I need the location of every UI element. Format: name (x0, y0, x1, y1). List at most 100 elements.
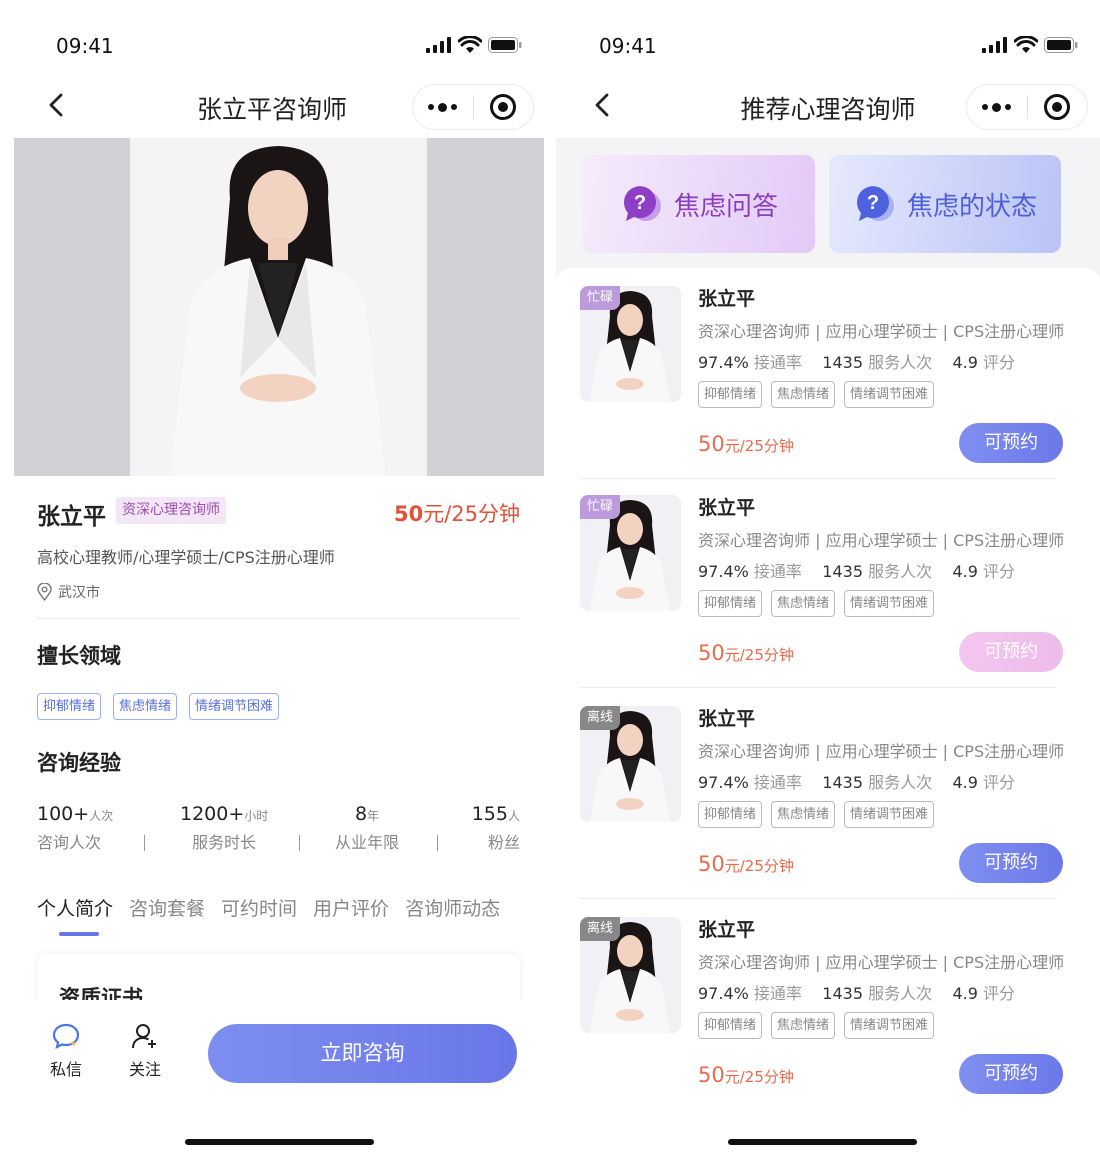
connect-rate: 97.4% (698, 984, 749, 1003)
served-count: 1435 (822, 773, 863, 792)
counselor-price: 50元/25分钟 (698, 852, 794, 876)
close-mini-program-button[interactable] (474, 85, 534, 129)
counselor-avatar: 离线 (580, 917, 681, 1033)
rating-label: 评分 (983, 562, 1016, 581)
rating-label: 评分 (983, 773, 1016, 792)
counselor-tags: 抑郁情绪 焦虑情绪 情绪调节困难 (698, 590, 935, 617)
counselor-tags: 抑郁情绪 焦虑情绪 情绪调节困难 (698, 381, 935, 408)
more-button[interactable] (967, 85, 1027, 129)
rating: 4.9 (952, 773, 978, 792)
signal-icon (982, 37, 1007, 53)
expertise-tag: 情绪调节困难 (189, 693, 280, 720)
price-amount: 50 (698, 1063, 725, 1087)
served-count: 1435 (822, 562, 863, 581)
tab-profile[interactable]: 个人简介 (37, 894, 113, 921)
senior-counselor-tag: 资深心理咨询师 (116, 497, 226, 524)
question-mark-text: ? (867, 192, 879, 214)
detail-tabs: 个人简介 咨询套餐 可约时间 用户评价 咨询师动态 (37, 894, 500, 921)
status-icons (982, 36, 1078, 54)
status-time: 09:41 (56, 34, 114, 58)
counselor-tag: 抑郁情绪 (698, 590, 763, 617)
counselor-title: 资深心理咨询师 | 应用心理学硕士 | CPS注册心理师 (698, 742, 1065, 761)
wifi-icon (1014, 36, 1038, 53)
counselor-name: 张立平 (698, 288, 756, 310)
tab-packages[interactable]: 咨询套餐 (129, 894, 205, 921)
price-unit: 元/25分钟 (724, 1068, 794, 1086)
price-unit: 元/25分钟 (423, 502, 520, 526)
target-circle-icon (1044, 94, 1071, 120)
online-status-badge: 忙碌 (580, 495, 621, 519)
connect-rate-label: 接通率 (753, 984, 802, 1003)
consult-now-button[interactable]: 立即咨询 (208, 1024, 517, 1083)
stat-separator: | (299, 835, 300, 851)
price: 50元/25分钟 (394, 498, 520, 528)
price-unit: 元/25分钟 (724, 646, 794, 664)
banner-label: 焦虑的状态 (906, 191, 1037, 222)
expertise-tag: 焦虑情绪 (113, 693, 178, 720)
section-divider (37, 618, 519, 619)
home-indicator (728, 1139, 917, 1145)
counselor-tag: 抑郁情绪 (698, 1012, 763, 1039)
counselor-avatar: 忙碌 (580, 495, 681, 611)
rating-label: 评分 (983, 984, 1016, 1003)
follow-label: 关注 (129, 1060, 162, 1079)
follow-button[interactable]: 关注 (129, 1022, 161, 1080)
served-count: 1435 (822, 984, 863, 1003)
served-label: 服务人次 (868, 353, 933, 372)
anxiety-qa-banner[interactable]: ? 焦虑问答 (583, 155, 815, 253)
counselor-card[interactable]: 离线 张立平 资深心理咨询师 | 应用心理学硕士 | CPS注册心理师 97.4… (556, 899, 1100, 1111)
online-status-badge: 忙碌 (580, 286, 621, 310)
battery-icon (1044, 37, 1078, 53)
banner-label: 焦虑问答 (673, 191, 778, 222)
expertise-tags: 抑郁情绪 焦虑情绪 情绪调节困难 (37, 693, 280, 720)
location-pin-icon (37, 583, 52, 601)
experience-title: 咨询经验 (37, 751, 121, 775)
counselor-card[interactable]: 忙碌 张立平 资深心理咨询师 | 应用心理学硕士 | CPS注册心理师 97.4… (556, 268, 1100, 480)
more-button[interactable] (413, 85, 473, 129)
book-button[interactable]: 可预约 (959, 1054, 1063, 1094)
rating: 4.9 (952, 562, 978, 581)
counselor-detail-screen: 09:41 张立平咨询师 张立平 资深心理咨询师 50元/25分钟 高校心理教师… (0, 0, 544, 1173)
book-button[interactable]: 可预约 (959, 423, 1063, 463)
price-amount: 50 (698, 432, 725, 456)
rating: 4.9 (952, 353, 978, 372)
recommended-counselors-screen: 09:41 推荐心理咨询师 ? 焦虑问答 ? 焦虑的状态 忙碌 张立平 资深心理… (556, 0, 1100, 1173)
counselor-name: 张立平 (698, 497, 756, 519)
counselor-tag: 情绪调节困难 (844, 801, 935, 828)
anxiety-state-banner[interactable]: ? 焦虑的状态 (829, 155, 1061, 253)
connect-rate: 97.4% (698, 773, 749, 792)
expertise-tag: 抑郁情绪 (37, 693, 102, 720)
book-button[interactable]: 可预约 (959, 843, 1063, 883)
counselor-stats: 97.4% 接通率 1435 服务人次 4.9 评分 (698, 769, 1015, 793)
counselor-title: 资深心理咨询师 | 应用心理学硕士 | CPS注册心理师 (698, 531, 1065, 550)
price-amount: 50 (698, 852, 725, 876)
book-button[interactable]: 可预约 (959, 632, 1063, 672)
message-button[interactable]: 私信 (50, 1022, 82, 1080)
counselor-stats: 97.4% 接通率 1435 服务人次 4.9 评分 (698, 349, 1015, 373)
counselor-tag: 焦虑情绪 (771, 1012, 836, 1039)
counselor-avatar: 离线 (580, 706, 681, 822)
close-mini-program-button[interactable] (1028, 85, 1088, 129)
tab-updates[interactable]: 咨询师动态 (405, 894, 500, 921)
location-text: 武汉市 (58, 585, 100, 601)
rating-label: 评分 (983, 353, 1016, 372)
mini-program-capsule (412, 84, 534, 130)
counselor-card[interactable]: 忙碌 张立平 资深心理咨询师 | 应用心理学硕士 | CPS注册心理师 97.4… (556, 477, 1100, 689)
counselor-stats: 97.4% 接通率 1435 服务人次 4.9 评分 (698, 980, 1015, 1004)
bottom-action-bar: 私信 关注 立即咨询 (0, 1000, 544, 1173)
connect-rate-label: 接通率 (753, 353, 802, 372)
connect-rate: 97.4% (698, 562, 749, 581)
counselor-avatar: 忙碌 (580, 286, 681, 402)
connect-rate: 97.4% (698, 353, 749, 372)
status-time: 09:41 (599, 34, 657, 58)
counselor-tag: 情绪调节困难 (844, 381, 935, 408)
counselor-tag: 焦虑情绪 (771, 590, 836, 617)
tab-reviews[interactable]: 用户评价 (313, 894, 389, 921)
counselor-title: 资深心理咨询师 | 应用心理学硕士 | CPS注册心理师 (698, 322, 1065, 341)
counselor-card[interactable]: 离线 张立平 资深心理咨询师 | 应用心理学硕士 | CPS注册心理师 97.4… (556, 688, 1100, 900)
tab-availability[interactable]: 可约时间 (221, 894, 297, 921)
active-tab-indicator (59, 932, 99, 936)
counselor-title: 资深心理咨询师 | 应用心理学硕士 | CPS注册心理师 (698, 953, 1065, 972)
served-count: 1435 (822, 353, 863, 372)
experience-stats: 100+人次 咨询人次 | 1200+小时 服务时长 | 8年 从业年限 | 1… (37, 803, 520, 853)
